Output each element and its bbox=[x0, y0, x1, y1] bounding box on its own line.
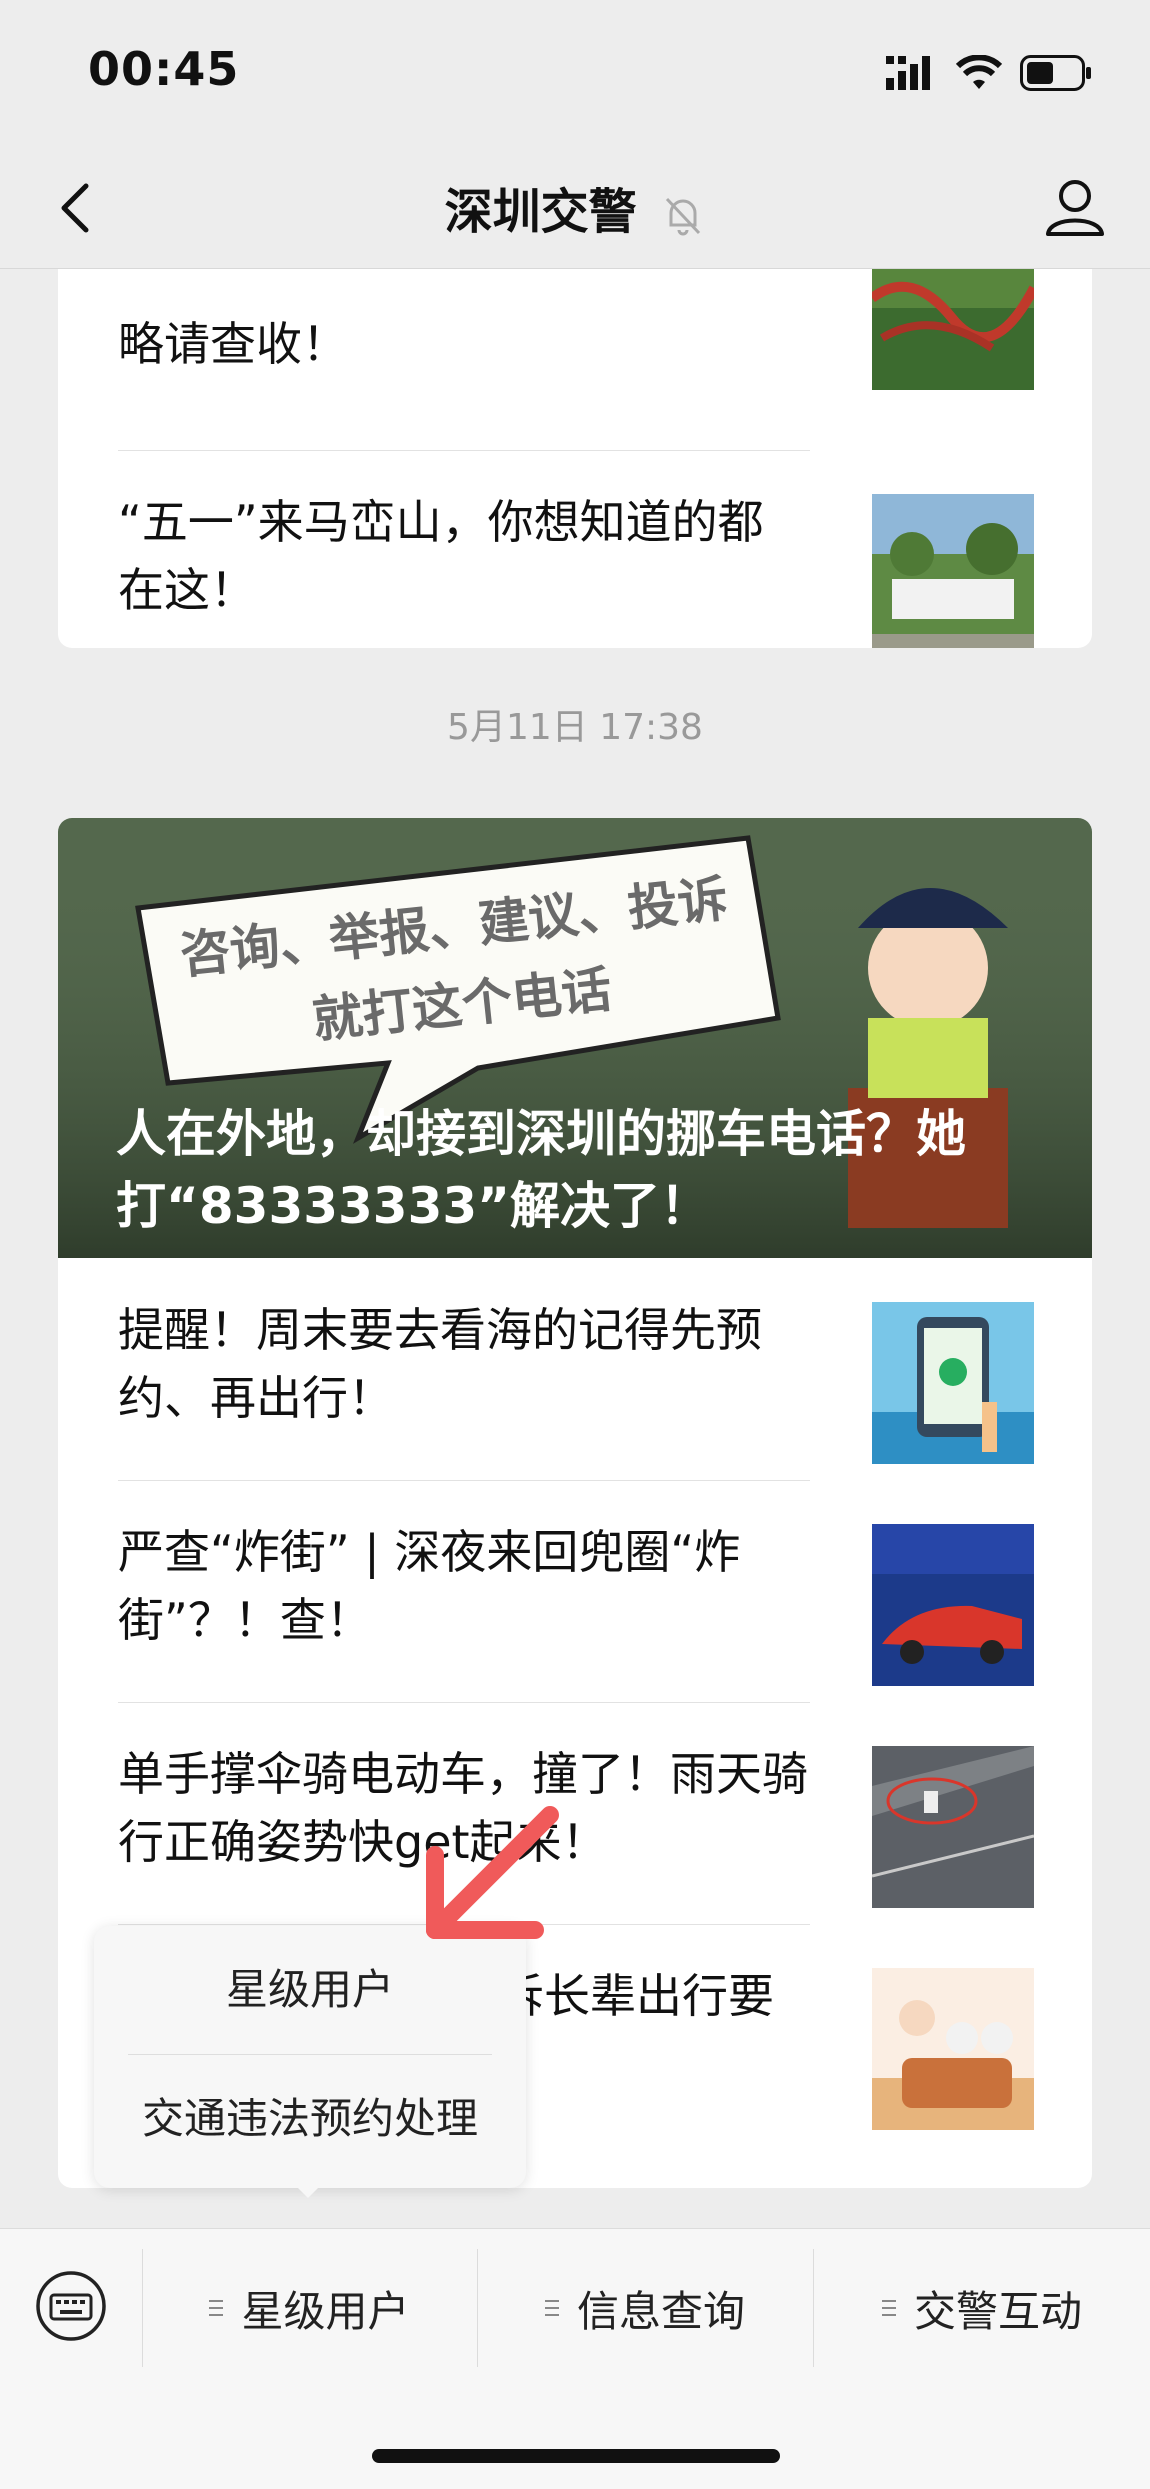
article-title: 略请查收！ bbox=[118, 317, 348, 371]
menu-item-police-interaction[interactable]: 交警互动 bbox=[814, 2249, 1150, 2367]
page-title: 深圳交警 bbox=[0, 172, 1150, 242]
article-row[interactable]: 略请查收！ bbox=[118, 268, 1034, 450]
wifi-icon bbox=[956, 55, 1002, 89]
menu-item-label: 星级用户 bbox=[241, 2286, 410, 2336]
article-thumbnail bbox=[872, 268, 1034, 390]
article-thumbnail bbox=[872, 1968, 1034, 2130]
nav-bar: 深圳交警 bbox=[0, 150, 1150, 269]
article-row[interactable]: “五一”来马峦山，你想知道的都在这！ bbox=[118, 450, 1034, 648]
hero-title: 人在外地，却接到深圳的挪车电话？她打“83333333”解决了！ bbox=[116, 1105, 966, 1235]
mute-bell-icon bbox=[666, 197, 701, 236]
profile-icon[interactable] bbox=[1040, 172, 1110, 242]
article-row[interactable]: 提醒！周末要去看海的记得先预约、再出行！ bbox=[118, 1258, 1034, 1480]
keyboard-icon[interactable] bbox=[34, 2269, 108, 2343]
submenu-item-violation-appointment[interactable]: 交通违法预约处理 bbox=[94, 2055, 526, 2183]
menu-lines-icon bbox=[881, 2300, 896, 2316]
menu-lines-icon bbox=[209, 2300, 224, 2316]
page-title-text: 深圳交警 bbox=[444, 184, 637, 240]
bottom-menu-bar: 星级用户 信息查询 交警互动 bbox=[0, 2228, 1150, 2489]
article-thumbnail bbox=[872, 494, 1034, 648]
annotation-arrow-icon bbox=[426, 1806, 559, 1939]
menu-item-label: 交警互动 bbox=[913, 2286, 1082, 2336]
screen: 00:45 深圳交警 略请查收！ “五一”来马峦山，你想知道的都在这！ 5月11… bbox=[0, 0, 1150, 2489]
article-title: “五一”来马峦山，你想知道的都在这！ bbox=[118, 495, 764, 617]
menu-lines-icon bbox=[544, 2300, 559, 2316]
status-bar: 00:45 bbox=[0, 0, 1150, 150]
submenu-popup: 星级用户 交通违法预约处理 bbox=[94, 1926, 526, 2188]
menu-item-star-user[interactable]: 星级用户 bbox=[143, 2249, 476, 2367]
article-thumbnail bbox=[872, 1746, 1034, 1908]
article-thumbnail bbox=[872, 1302, 1034, 1464]
menu-item-label: 信息查询 bbox=[576, 2286, 745, 2336]
hero-article[interactable]: 咨询、举报、建议、投诉 就打这个电话 人在外地，却接到深圳的挪车电话？她打“83… bbox=[58, 818, 1092, 1258]
cellular-signal-icon bbox=[886, 56, 930, 90]
article-title: 提醒！周末要去看海的记得先预约、再出行！ bbox=[118, 1303, 762, 1425]
message-timestamp: 5月11日 17:38 bbox=[447, 707, 703, 748]
battery-icon bbox=[1020, 55, 1091, 91]
article-thumbnail bbox=[872, 1524, 1034, 1686]
status-icons bbox=[886, 50, 1092, 96]
article-title: 严查“炸街” | 深夜来回兜圈“炸街”？！查！ bbox=[118, 1525, 741, 1647]
home-indicator[interactable] bbox=[372, 2449, 780, 2463]
menu-item-info-query[interactable]: 信息查询 bbox=[478, 2249, 812, 2367]
article-card: 略请查收！ “五一”来马峦山，你想知道的都在这！ bbox=[58, 268, 1092, 648]
article-row[interactable]: 严查“炸街” | 深夜来回兜圈“炸街”？！查！ bbox=[118, 1480, 1034, 1702]
status-time: 00:45 bbox=[88, 42, 240, 96]
popup-pointer bbox=[290, 2180, 326, 2198]
article-title: 诉长辈出行要 bbox=[498, 1969, 774, 2023]
